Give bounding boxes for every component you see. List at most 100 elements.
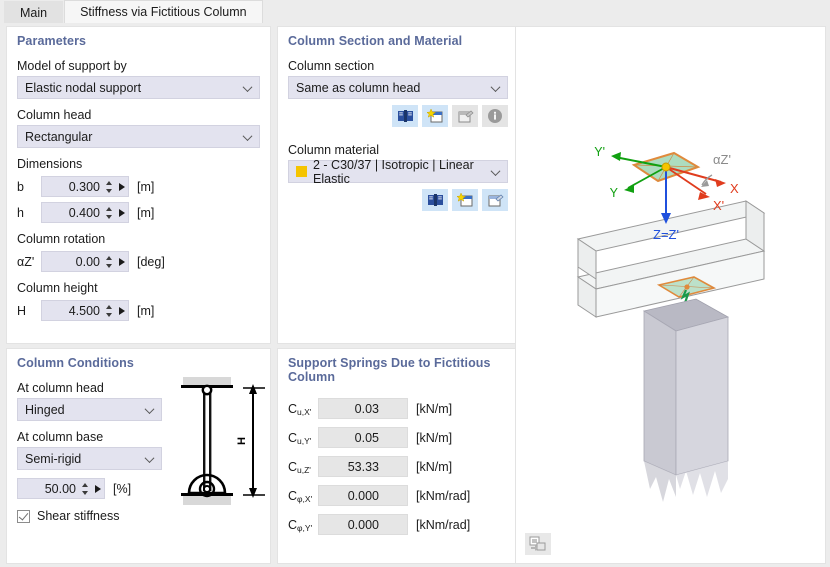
column-section-select[interactable]: Same as column head — [288, 76, 508, 99]
spring-symbol: Cφ,Y' — [288, 517, 313, 533]
column-height-symbol: H — [17, 303, 27, 318]
chevron-down-icon — [492, 83, 500, 91]
expand-arrow-icon[interactable] — [119, 208, 125, 217]
model-viewport[interactable]: Y' Y X X' Z=Z' αZ' — [515, 26, 826, 564]
spring-value: 0.000 — [347, 517, 379, 532]
column-height-unit: [m] — [137, 303, 155, 318]
axis-label-x-prime: X' — [713, 198, 724, 213]
spinner-icon[interactable] — [105, 206, 114, 220]
column-height-value: 4.500 — [68, 303, 100, 318]
spring-unit: [kN/m] — [416, 401, 453, 416]
dimension-h-symbol: h — [17, 205, 24, 220]
dimension-h-value: 0.400 — [68, 205, 100, 220]
edit-item-icon — [458, 110, 474, 122]
column-head-select[interactable]: Rectangular — [17, 125, 260, 148]
spinner-icon[interactable] — [105, 255, 114, 269]
column-conditions-panel: Column Conditions At column head Hinged … — [6, 348, 271, 564]
column-conditions-title: Column Conditions — [17, 356, 134, 370]
shear-stiffness-label: Shear stiffness — [37, 509, 120, 523]
spring-row: Cu,Z' 53.33 [kN/m] — [278, 456, 518, 477]
dimension-h-input[interactable]: 0.400 — [41, 202, 129, 223]
column-material-select[interactable]: 2 - C30/37 | Isotropic | Linear Elastic — [288, 157, 508, 186]
dimension-b-value: 0.300 — [68, 179, 100, 194]
chevron-down-icon — [492, 167, 500, 175]
expand-arrow-icon[interactable] — [119, 306, 125, 315]
axis-label-y-prime: Y' — [594, 145, 605, 159]
section-new-button[interactable] — [422, 105, 448, 127]
parameters-title: Parameters — [17, 34, 87, 48]
model-of-support-value: Elastic nodal support — [25, 80, 142, 95]
column-rotation-unit: [deg] — [137, 254, 165, 269]
expand-arrow-icon[interactable] — [95, 484, 101, 493]
material-library-button[interactable] — [422, 189, 448, 211]
at-column-head-select[interactable]: Hinged — [17, 398, 162, 421]
shear-stiffness-checkbox[interactable] — [17, 509, 30, 523]
new-item-icon — [456, 192, 472, 206]
column-rotation-input[interactable]: 0.00 — [41, 251, 129, 272]
new-item-icon — [426, 108, 442, 122]
spring-symbol: Cu,Y' — [288, 430, 312, 446]
dimension-h-unit: [m] — [137, 205, 155, 220]
spring-value-field: 0.05 — [318, 427, 408, 448]
tab-stiffness-via-fictitious-column[interactable]: Stiffness via Fictitious Column — [64, 0, 263, 23]
spring-symbol: Cu,Z' — [288, 459, 311, 475]
spring-unit: [kN/m] — [416, 430, 453, 445]
spring-value: 53.33 — [347, 459, 379, 474]
column-height-label: Column height — [17, 281, 98, 295]
model-of-support-select[interactable]: Elastic nodal support — [17, 76, 260, 99]
column-height-input[interactable]: 4.500 — [41, 300, 129, 321]
tab-main[interactable]: Main — [4, 1, 64, 23]
axis-label-y: Y — [610, 186, 619, 200]
column-section-toolbar — [278, 105, 518, 127]
column-section-material-title: Column Section and Material — [288, 34, 463, 48]
column-rotation-row: αZ' 0.00 [deg] — [7, 251, 270, 272]
dimensions-label: Dimensions — [17, 157, 83, 171]
library-book-icon — [427, 194, 443, 206]
chevron-down-icon — [146, 454, 154, 462]
spring-unit: [kN/m] — [416, 459, 453, 474]
section-library-button[interactable] — [392, 105, 418, 127]
expand-arrow-icon[interactable] — [119, 257, 125, 266]
support-springs-panel: Support Springs Due to Fictitious Column… — [277, 348, 519, 564]
spring-value-field: 0.000 — [318, 485, 408, 506]
spinner-icon[interactable] — [81, 482, 90, 496]
column-rotation-value: 0.00 — [75, 254, 100, 269]
shear-stiffness-checkbox-row[interactable]: Shear stiffness — [7, 509, 270, 523]
spring-value: 0.03 — [354, 401, 379, 416]
spring-symbol: Cφ,X' — [288, 488, 313, 504]
at-column-base-select[interactable]: Semi-rigid — [17, 447, 162, 470]
material-color-swatch — [296, 166, 307, 177]
library-book-icon — [397, 110, 413, 122]
material-new-button[interactable] — [452, 189, 478, 211]
column-section-value: Same as column head — [296, 80, 421, 95]
viewport-snapshot-button[interactable] — [525, 533, 551, 555]
column-section-label: Column section — [288, 59, 375, 73]
base-stiffness-unit: [%] — [113, 481, 132, 496]
dimension-b-input[interactable]: 0.300 — [41, 176, 129, 197]
parameters-panel: Parameters Model of support by Elastic n… — [6, 26, 271, 344]
at-column-base-value: Semi-rigid — [25, 451, 82, 466]
column-head-value: Rectangular — [25, 129, 93, 144]
slab-geometry — [576, 200, 766, 318]
section-info-button[interactable] — [482, 105, 508, 127]
spring-row: Cu,X' 0.03 [kN/m] — [278, 398, 518, 419]
model-of-support-label: Model of support by — [17, 59, 127, 73]
expand-arrow-icon[interactable] — [119, 182, 125, 191]
material-edit-button[interactable] — [482, 189, 508, 211]
column-head-label: Column head — [17, 108, 92, 122]
spinner-icon[interactable] — [105, 304, 114, 318]
column-solid — [642, 298, 730, 502]
dimension-h-row: h 0.400 [m] — [7, 202, 270, 223]
column-support-diagram: H — [181, 377, 265, 505]
spring-value: 0.05 — [354, 430, 379, 445]
column-rotation-label: Column rotation — [17, 232, 106, 246]
spinner-icon[interactable] — [105, 180, 114, 194]
spring-row: Cφ,X' 0.000 [kNm/rad] — [278, 485, 518, 506]
column-material-toolbar — [278, 189, 518, 211]
column-material-value: 2 - C30/37 | Isotropic | Linear Elastic — [313, 157, 474, 186]
axis-tripod: Y' Y X X' Z=Z' αZ' — [594, 145, 739, 242]
spring-value: 0.000 — [347, 488, 379, 503]
section-edit-button[interactable] — [452, 105, 478, 127]
copy-to-clipboard-icon — [529, 536, 546, 551]
base-stiffness-input[interactable]: 50.00 — [17, 478, 105, 499]
